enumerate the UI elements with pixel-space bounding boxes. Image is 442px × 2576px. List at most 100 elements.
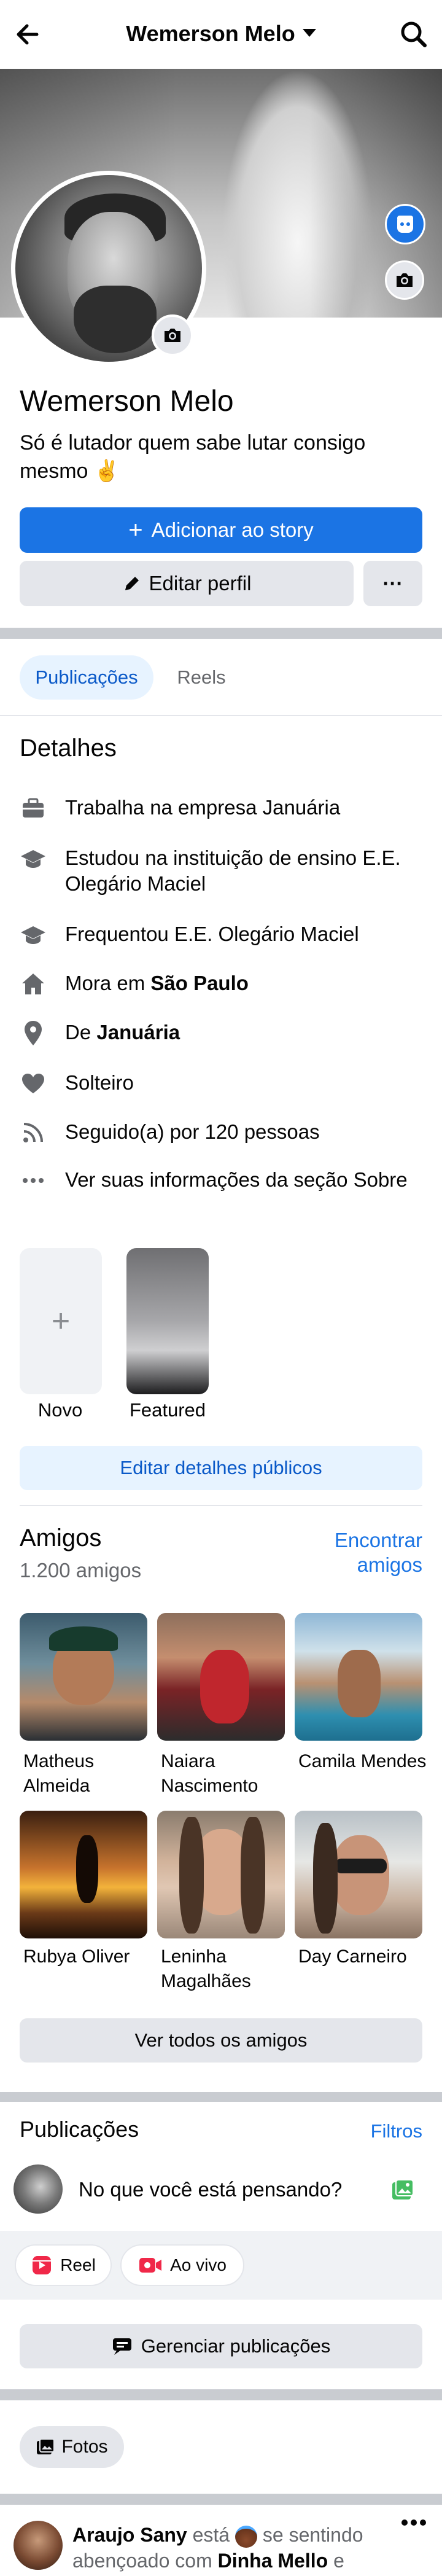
search-icon[interactable]: [398, 18, 430, 50]
home-icon: [20, 970, 47, 997]
section-divider: [0, 2389, 442, 2400]
friend-photo[interactable]: [295, 1811, 422, 1938]
avatar-face-icon: [397, 216, 413, 233]
manage-posts-button[interactable]: Gerenciar publicações: [20, 2324, 422, 2368]
featured-divider: [20, 1505, 422, 1506]
ellipsis-icon: ···: [382, 572, 403, 595]
detail-current-city: Mora em São Paulo: [20, 970, 425, 997]
posts-title: Publicações: [20, 2117, 139, 2142]
graduation-cap-icon: [20, 845, 47, 872]
friend-name[interactable]: Naiara Nascimento: [161, 1749, 290, 1798]
section-divider: [0, 2494, 442, 2505]
friend-name[interactable]: Rubya Oliver: [23, 1945, 152, 1969]
friend-photo-hair: [313, 1823, 338, 1934]
more-options-button[interactable]: ···: [363, 561, 422, 606]
post-author-name[interactable]: Araujo Sany: [72, 2524, 187, 2546]
reel-label: Reel: [60, 2255, 96, 2274]
pencil-icon: [125, 577, 139, 590]
see-all-friends-button[interactable]: Ver todos os amigos: [20, 2018, 422, 2063]
post-tagged-name[interactable]: Dinha Mello: [218, 2550, 328, 2572]
post-more-options-icon[interactable]: [400, 2518, 427, 2531]
detail-bold: Januária: [96, 1021, 180, 1044]
post-verb: está: [187, 2524, 235, 2546]
plus-icon: +: [128, 517, 143, 544]
heart-icon: [20, 1070, 47, 1097]
detail-prefix: De: [65, 1021, 97, 1044]
top-navigation-bar: Wemerson Melo: [0, 0, 442, 69]
detail-education: Estudou na instituição de ensino E.E. Ol…: [20, 845, 425, 897]
friend-photo-subject: [200, 1650, 249, 1723]
edit-public-details-label: Editar detalhes públicos: [120, 1457, 322, 1478]
photo-icon[interactable]: [390, 2178, 415, 2203]
graduation-cap-icon: [20, 921, 47, 948]
profile-switcher[interactable]: Wemerson Melo: [0, 21, 442, 47]
detail-hometown: De Januária: [20, 1020, 425, 1047]
post-header-text: Araujo Sany está se sentindo abençoado c…: [72, 2522, 379, 2574]
tab-publicacoes[interactable]: Publicações: [20, 655, 153, 700]
tab-label: Reels: [177, 666, 226, 688]
edit-profile-button[interactable]: Editar perfil: [20, 561, 354, 606]
friend-name[interactable]: Camila Mendes: [298, 1749, 427, 1774]
detail-relationship: Solteiro: [20, 1070, 425, 1097]
featured-collection-label: Featured: [129, 1399, 206, 1421]
photo-icon: [37, 2438, 55, 2454]
detail-text: Ver suas informações da seção Sobre: [65, 1168, 408, 1191]
detail-text: Frequentou E.E. Olegário Maciel: [65, 923, 359, 945]
avatar-editor-button[interactable]: [385, 204, 425, 244]
section-divider: [0, 628, 442, 639]
manage-posts-icon: [112, 2338, 131, 2355]
featured-collection-card[interactable]: [126, 1248, 209, 1394]
profile-picture-beard: [74, 286, 157, 353]
friend-photo[interactable]: [20, 1811, 147, 1938]
see-about-info-link[interactable]: Ver suas informações da seção Sobre: [20, 1167, 425, 1194]
edit-cover-camera-button[interactable]: [385, 260, 424, 300]
photos-chip[interactable]: Fotos: [20, 2426, 124, 2468]
camera-icon: [165, 329, 180, 342]
friend-photo-cap: [49, 1626, 118, 1651]
detail-text: Seguido(a) por 120 pessoas: [65, 1120, 320, 1143]
camera-icon: [397, 273, 413, 287]
filters-link[interactable]: Filtros: [344, 2120, 422, 2142]
post-author-avatar[interactable]: [14, 2521, 63, 2570]
friend-photo-subject: [76, 1835, 98, 1903]
friend-photo[interactable]: [20, 1613, 147, 1741]
live-button[interactable]: Ao vivo: [120, 2244, 244, 2286]
live-video-icon: [139, 2258, 162, 2273]
tab-reels[interactable]: Reels: [165, 655, 238, 700]
detail-text: Trabalha na empresa Januária: [65, 796, 341, 819]
friend-photo-hair: [179, 1817, 204, 1934]
detail-education-attended: Frequentou E.E. Olegário Maciel: [20, 921, 425, 948]
friend-photo[interactable]: [157, 1613, 285, 1741]
chevron-down-icon: [302, 28, 316, 37]
section-divider: [0, 2092, 442, 2102]
edit-public-details-button[interactable]: Editar detalhes públicos: [20, 1446, 422, 1490]
profile-name: Wemerson Melo: [20, 385, 234, 418]
manage-posts-label: Gerenciar publicações: [141, 2335, 331, 2357]
ellipsis-icon: [20, 1167, 47, 1194]
friends-title: Amigos: [20, 1524, 102, 1551]
add-to-story-button[interactable]: + Adicionar ao story: [20, 507, 422, 553]
rss-icon: [20, 1119, 47, 1146]
friend-photo[interactable]: [295, 1613, 422, 1741]
friend-name[interactable]: Matheus Almeida: [23, 1749, 152, 1798]
new-featured-card[interactable]: +: [20, 1248, 102, 1394]
friend-name[interactable]: Leninha Magalhães: [161, 1945, 290, 1994]
detail-followers: Seguido(a) por 120 pessoas: [20, 1119, 425, 1146]
edit-profile-label: Editar perfil: [149, 572, 252, 595]
edit-profile-picture-camera-button[interactable]: [152, 314, 193, 356]
post-tail: e: [328, 2550, 344, 2572]
friend-photo[interactable]: [157, 1811, 285, 1938]
composer-input[interactable]: No que você está pensando?: [79, 2178, 342, 2201]
reel-button[interactable]: Reel: [15, 2244, 112, 2286]
avatar[interactable]: [14, 2164, 63, 2214]
see-all-friends-label: Ver todos os amigos: [134, 2029, 308, 2051]
detail-text: Mora em São Paulo: [65, 970, 249, 996]
find-friends-link[interactable]: Encontrar amigos: [319, 1528, 422, 1577]
live-label: Ao vivo: [170, 2255, 227, 2274]
detail-text: De Januária: [65, 1020, 180, 1045]
friend-photo-sunglasses: [335, 1859, 387, 1873]
friends-count: 1.200 amigos: [20, 1559, 142, 1582]
location-pin-icon: [20, 1020, 47, 1047]
friend-name[interactable]: Day Carneiro: [298, 1945, 427, 1969]
detail-prefix: Mora em: [65, 972, 151, 994]
